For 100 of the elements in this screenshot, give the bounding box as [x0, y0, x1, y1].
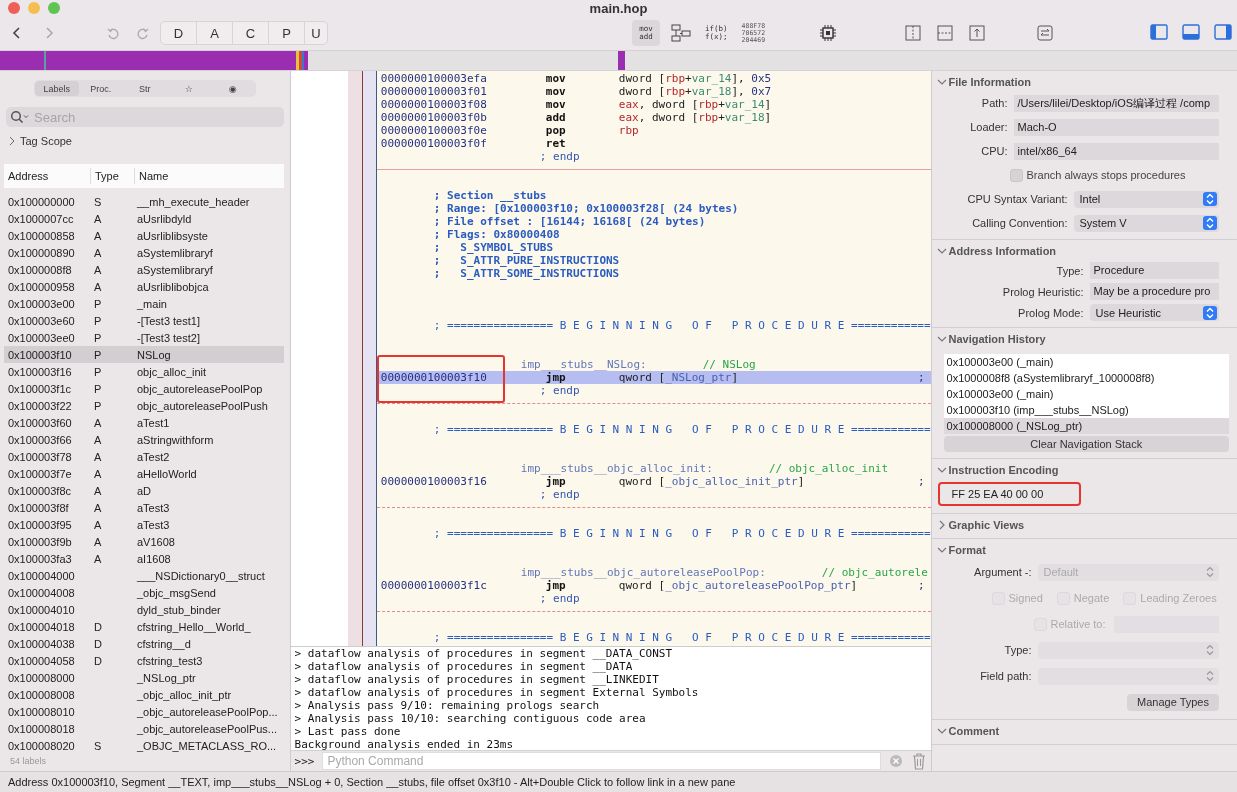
table-cell-text: A [93, 212, 103, 225]
column-header[interactable]: Type [91, 168, 135, 184]
column-header[interactable]: Name [135, 168, 284, 184]
text-field[interactable]: Procedure [1089, 262, 1219, 279]
field-label: Loader: [969, 121, 1009, 133]
section-header[interactable]: Format [931, 539, 986, 559]
section-header[interactable]: Address Information [931, 240, 1057, 260]
list-item[interactable]: 0x100003e00 (_main) [943, 354, 1229, 370]
popup-button[interactable]: System V [1073, 214, 1219, 232]
code-line[interactable]: 0000000100003f01 mov dword [rbp+var_18], 0x7 [376, 85, 931, 98]
table-cell-text: 0x100003f95 [7, 518, 73, 531]
table-row[interactable]: 0x100000858 A aUsrliblibsyste [4, 227, 284, 244]
table-row[interactable]: 0x100003ee0 P -[Test3 test2] [4, 329, 284, 346]
manage-types-button[interactable]: Manage Types [1127, 693, 1219, 711]
table-row[interactable]: 0x100003f16 P objc_alloc_init [4, 363, 284, 380]
code-line[interactable]: 0000000100003f0f ret [376, 137, 931, 150]
section-header[interactable]: File Information [931, 71, 1031, 91]
table-row[interactable]: 0x100003f7e A aHelloWorld [4, 465, 284, 482]
bottom-panel-icon [1182, 23, 1201, 40]
table-row[interactable]: 0x100004018 D cfstring_Hello__World_ [4, 618, 284, 635]
code-line: ; endp [538, 384, 581, 397]
checkbox[interactable] [1009, 168, 1023, 182]
tab[interactable]: ☆ [166, 81, 211, 96]
table-row[interactable]: 0x100003f95 A aTest3 [4, 516, 284, 533]
code-comment: ; Flags: 0x80000408 [432, 228, 561, 241]
table-row[interactable]: 0x100003e60 P -[Test3 test1] [4, 312, 284, 329]
code-line[interactable]: 0000000100003efa mov dword [rbp+var_14], 0x5 [376, 72, 931, 85]
table-row[interactable]: 0x100008000 _NSLog_ptr [4, 669, 284, 686]
table-row[interactable]: 0x100000890 A aSystemlibraryf [4, 244, 284, 261]
tab[interactable]: ◉ [210, 81, 255, 96]
mode-button[interactable]: C [233, 22, 269, 44]
tab[interactable]: Str [122, 81, 167, 96]
table-row[interactable]: 0x100004000 ___NSDictionary0__struct [4, 567, 284, 584]
column-header[interactable]: Address [4, 168, 91, 184]
table-cell-text: _OBJC_METACLASS_RO... [136, 739, 278, 752]
list-item[interactable]: 0x1000008f8 (aSystemlibraryf_1000008f8) [943, 370, 1229, 386]
mode-button[interactable]: P [269, 22, 305, 44]
list-item[interactable]: 0x100003f10 (imp___stubs__NSLog) [943, 402, 1229, 418]
popup-button[interactable]: Use Heuristic [1089, 304, 1219, 321]
tab[interactable]: Proc. [78, 81, 123, 96]
text-field[interactable]: May be a procedure pro [1089, 283, 1219, 300]
table-row[interactable]: 0x100004010 dyld_stub_binder [4, 601, 284, 618]
table-row[interactable]: 0x100003fa3 A aI1608 [4, 550, 284, 567]
code-line[interactable]: 0000000100003f0b add eax, dword [rbp+var_18] [376, 111, 931, 124]
clear-button[interactable]: Clear Navigation Stack [943, 436, 1229, 452]
code-comment: // objc_autorele [821, 566, 928, 579]
code-line[interactable]: 0000000100003f08 mov eax, dword [rbp+var_14] [376, 98, 931, 111]
popup-button[interactable]: Intel [1073, 190, 1219, 208]
mode-button[interactable]: D [161, 22, 197, 44]
right-panel-button[interactable] [1214, 23, 1233, 43]
table-row[interactable]: 0x100008008 _objc_alloc_init_ptr [4, 686, 284, 703]
table-row[interactable]: 0x100003f22 P objc_autoreleasePoolPush [4, 397, 284, 414]
section-header[interactable]: Graphic Views [931, 514, 1025, 534]
section-header[interactable]: Comment [931, 720, 1000, 740]
trash-icon[interactable] [910, 752, 927, 771]
mode-button[interactable]: A [197, 22, 233, 44]
table-row[interactable]: 0x100003f60 A aTest1 [4, 414, 284, 431]
table-row[interactable]: 0x100003f66 A aStringwithform [4, 431, 284, 448]
mode-button[interactable]: U [305, 22, 327, 44]
text-field[interactable]: /Users/lilei/Desktop/iOS编译过程 /comp [1013, 94, 1219, 112]
table-row[interactable]: 0x100003f9b A aV1608 [4, 533, 284, 550]
table-row[interactable]: 0x100004008 _objc_msgSend [4, 584, 284, 601]
text-field[interactable]: Mach-O [1013, 118, 1219, 136]
code-line[interactable]: 0000000100003f0e pop rbp [376, 124, 931, 137]
code-line[interactable]: 0000000100003f16 jmp qword [_objc_alloc_init_ptr] ; [376, 475, 931, 488]
list-item[interactable]: 0x100008000 (_NSLog_ptr) [943, 418, 1229, 434]
disclosure-row[interactable]: Tag Scope [8, 135, 72, 147]
table-row[interactable]: 0x100003f8f A aTest3 [4, 499, 284, 516]
tab[interactable]: Labels [34, 81, 79, 96]
table-row[interactable]: 0x100000958 A aUsrliblibobjca [4, 278, 284, 295]
table-row[interactable]: 0x100008018 _objc_autoreleasePoolPus... [4, 720, 284, 737]
table-row[interactable]: 0x100000000 S __mh_execute_header [4, 193, 284, 210]
table-row[interactable]: 0x100003f10 P NSLog [4, 346, 284, 363]
table-cell-text: 0x1000008f8 [7, 263, 73, 276]
history-list[interactable]: 0x100003e00 (_main) 0x1000008f8 (aSystemlibraryf_1000008f8) 0x100003e00 (_main) 0x100003f10 (imp___stubs__NSLog) 0x100008000 (_NSLog_ptr) [943, 354, 1229, 434]
table-cell-text: _main [136, 297, 168, 310]
table-cell-text: _objc_msgSend [136, 586, 217, 599]
section-header[interactable]: Instruction Encoding [931, 459, 1059, 479]
code-line[interactable]: 0000000100003f1c jmp qword [_objc_autoreleasePoolPop_ptr] ; [376, 579, 931, 592]
field-label: CPU Syntax Variant: [966, 193, 1069, 205]
table-row[interactable]: 0x100003f1c P objc_autoreleasePoolPop [4, 380, 284, 397]
list-item[interactable]: 0x100003e00 (_main) [943, 386, 1229, 402]
left-panel-button[interactable] [1150, 23, 1169, 43]
table-row[interactable]: 0x100003e00 P _main [4, 295, 284, 312]
bottom-panel-button[interactable] [1182, 23, 1201, 43]
table-row[interactable]: 0x100008020 S _OBJC_METACLASS_RO... [4, 737, 284, 754]
table-row[interactable]: 0x100004058 D cfstring_test3 [4, 652, 284, 669]
table-cell-text: 0x100004010 [7, 603, 76, 616]
table-row[interactable]: 0x100003f78 A aTest2 [4, 448, 284, 465]
table-row[interactable]: 0x100008010 _objc_autoreleasePoolPop... [4, 703, 284, 720]
command-field[interactable]: Python Command [322, 752, 881, 771]
clear-icon[interactable] [888, 754, 903, 769]
table-row[interactable]: 0x100003f8c A aD [4, 482, 284, 499]
table-row[interactable]: 0x1000008f8 A aSystemlibraryf [4, 261, 284, 278]
section-header[interactable]: Navigation History [931, 328, 1046, 348]
code-line: ; endp [538, 150, 581, 163]
text-field[interactable]: intel/x86_64 [1013, 142, 1219, 160]
status-bar: Address 0x100003f10, Segment __TEXT, imp___stubs__NSLog + 0, Section __stubs, file offset 0x3f10 - Alt+Double Click to follow link in a new pane [0, 771, 1237, 792]
table-row[interactable]: 0x100004038 D cfstring__d [4, 635, 284, 652]
table-row[interactable]: 0x1000007cc A aUsrlibdyld [4, 210, 284, 227]
